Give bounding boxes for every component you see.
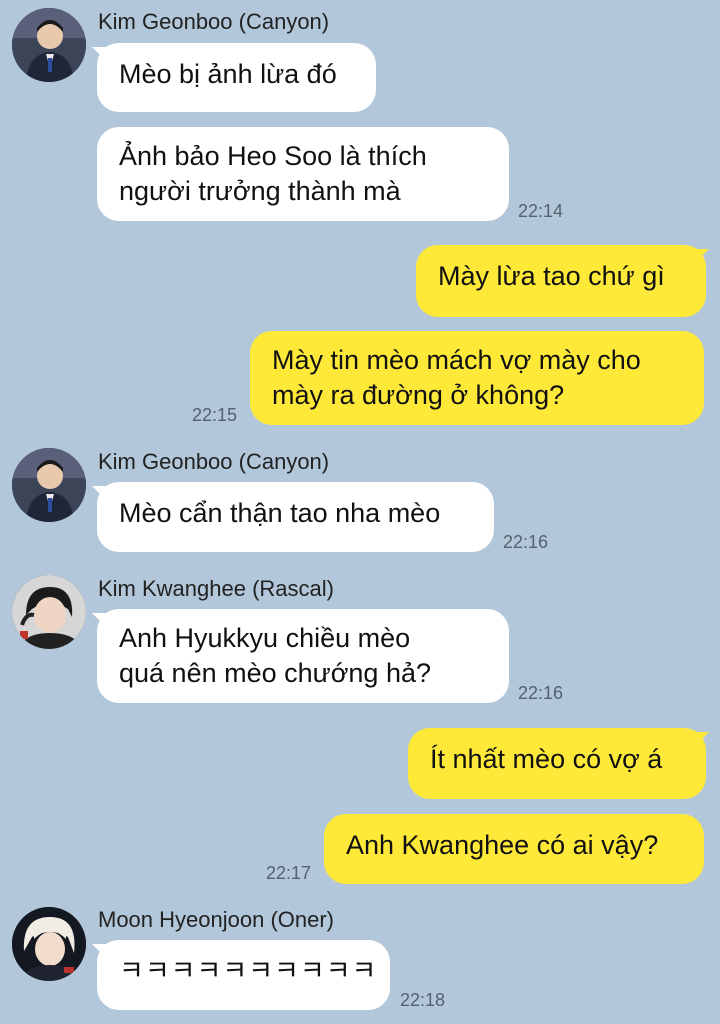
message-time: 22:16 bbox=[503, 532, 549, 552]
message-text-line: Anh Hyukkyu chiều mèo bbox=[119, 623, 411, 653]
message-bubble[interactable]: Anh Hyukkyu chiều mèo quá nên mèo chướng… bbox=[97, 609, 509, 703]
sender-name: Moon Hyeonjoon (Oner) bbox=[98, 907, 335, 932]
message-bubble[interactable]: Mày tin mèo mách vợ mày cho mày ra đường… bbox=[250, 331, 704, 425]
sender-name: Kim Geonboo (Canyon) bbox=[98, 9, 330, 34]
user-avatar-icon bbox=[12, 448, 86, 522]
message-time: 22:16 bbox=[518, 683, 564, 703]
avatar-oner[interactable] bbox=[12, 907, 86, 981]
avatar-canyon[interactable] bbox=[12, 448, 86, 522]
message-time: 22:17 bbox=[266, 863, 312, 883]
avatar-rascal[interactable] bbox=[12, 575, 86, 649]
message-bubble[interactable]: Ảnh bảo Heo Soo là thích người trưởng th… bbox=[97, 127, 509, 221]
message-text: Mày lừa tao chứ gì bbox=[438, 261, 665, 291]
message-text-line: người trưởng thành mà bbox=[119, 176, 401, 206]
message-text: ㅋㅋㅋㅋㅋㅋㅋㅋㅋㅋ bbox=[119, 956, 378, 986]
message-time: 22:18 bbox=[400, 990, 446, 1010]
sender-name: Kim Geonboo (Canyon) bbox=[98, 449, 330, 474]
message-text-line: mày ra đường ở không? bbox=[272, 380, 565, 410]
message-text-line: Ảnh bảo Heo Soo là thích bbox=[119, 141, 427, 171]
sender-name: Kim Kwanghee (Rascal) bbox=[98, 576, 334, 601]
message-text: Anh Kwanghee có ai vậy? bbox=[346, 830, 659, 860]
message-bubble[interactable]: Anh Kwanghee có ai vậy? bbox=[324, 814, 704, 884]
message-text: Mèo cẩn thận tao nha mèo bbox=[119, 498, 441, 528]
user-avatar-icon bbox=[12, 907, 86, 981]
message-bubble[interactable]: Mèo bị ảnh lừa đó bbox=[97, 43, 376, 112]
message-bubble[interactable]: Mèo cẩn thận tao nha mèo bbox=[97, 482, 494, 552]
user-avatar-icon bbox=[12, 8, 86, 82]
message-bubble[interactable]: ㅋㅋㅋㅋㅋㅋㅋㅋㅋㅋ bbox=[97, 940, 390, 1010]
avatar-canyon[interactable] bbox=[12, 8, 86, 82]
message-text-line: quá nên mèo chướng hả? bbox=[119, 658, 432, 688]
message-time: 22:14 bbox=[518, 201, 564, 221]
message-text-line: Mày tin mèo mách vợ mày cho bbox=[272, 345, 641, 375]
message-bubble[interactable]: Mày lừa tao chứ gì bbox=[416, 245, 706, 317]
message-text: Mèo bị ảnh lừa đó bbox=[119, 59, 337, 89]
message-bubble[interactable]: Ít nhất mèo có vợ á bbox=[408, 728, 706, 799]
message-time: 22:15 bbox=[192, 405, 238, 425]
message-text: Ít nhất mèo có vợ á bbox=[430, 744, 663, 774]
user-avatar-icon bbox=[12, 575, 86, 649]
